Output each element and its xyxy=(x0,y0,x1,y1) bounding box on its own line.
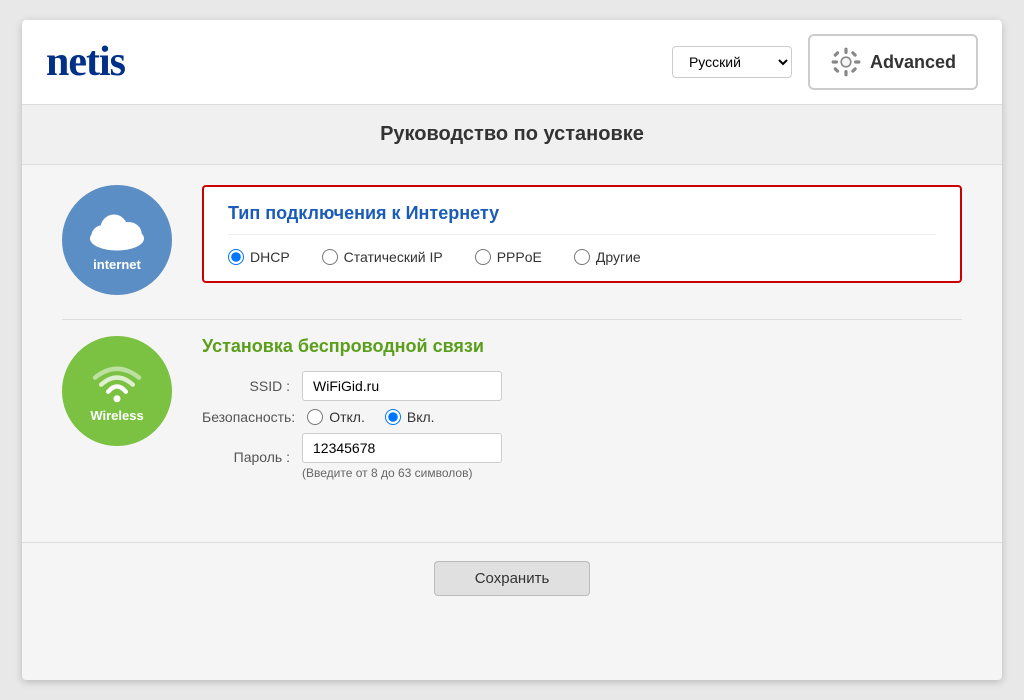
radio-dhcp-label: DHCP xyxy=(250,249,290,265)
connection-title: Тип подключения к Интернету xyxy=(228,203,936,235)
wifi-icon xyxy=(90,360,144,404)
radio-pppoe-input[interactable] xyxy=(475,249,491,265)
security-row: Безопасность: Откл. Вкл. xyxy=(202,409,962,425)
wireless-icon-circle: Wireless xyxy=(62,336,172,446)
radio-other[interactable]: Другие xyxy=(574,249,641,265)
wireless-label: Wireless xyxy=(90,408,143,423)
radio-other-label: Другие xyxy=(596,249,641,265)
page-title: Руководство по установке xyxy=(22,105,1002,165)
content-area: internet Тип подключения к Интернету DHC… xyxy=(22,165,1002,532)
radio-dhcp[interactable]: DHCP xyxy=(228,249,290,265)
ssid-control xyxy=(302,371,962,401)
password-label: Пароль : xyxy=(202,449,302,465)
save-area: Сохранить xyxy=(22,542,1002,614)
password-hint: (Введите от 8 до 63 символов) xyxy=(302,466,962,480)
gear-icon xyxy=(830,46,862,78)
security-control: Откл. Вкл. xyxy=(307,409,962,425)
header-right: Русский English 中文 xyxy=(672,34,978,90)
cloud-icon xyxy=(87,209,147,253)
radio-static-input[interactable] xyxy=(322,249,338,265)
advanced-label: Advanced xyxy=(870,52,956,73)
password-control: (Введите от 8 до 63 символов) xyxy=(302,433,962,480)
internet-section: internet Тип подключения к Интернету DHC… xyxy=(62,185,962,295)
section-divider xyxy=(62,319,962,320)
security-off-label: Откл. xyxy=(329,409,365,425)
security-on-option[interactable]: Вкл. xyxy=(385,409,435,425)
security-on-label: Вкл. xyxy=(407,409,435,425)
header: netis Русский English 中文 xyxy=(22,20,1002,105)
logo: netis xyxy=(46,38,125,86)
wireless-section: Wireless Установка беспроводной связи SS… xyxy=(62,336,962,488)
radio-static-label: Статический IP xyxy=(344,249,443,265)
radio-other-input[interactable] xyxy=(574,249,590,265)
advanced-button[interactable]: Advanced xyxy=(808,34,978,90)
internet-label: internet xyxy=(93,257,141,272)
password-row: Пароль : (Введите от 8 до 63 символов) xyxy=(202,433,962,480)
radio-pppoe[interactable]: PPPoE xyxy=(475,249,542,265)
radio-static[interactable]: Статический IP xyxy=(322,249,443,265)
password-input[interactable] xyxy=(302,433,502,463)
ssid-label: SSID : xyxy=(202,378,302,394)
security-on-radio[interactable] xyxy=(385,409,401,425)
save-button[interactable]: Сохранить xyxy=(434,561,591,596)
radio-dhcp-input[interactable] xyxy=(228,249,244,265)
security-off-option[interactable]: Откл. xyxy=(307,409,365,425)
security-off-radio[interactable] xyxy=(307,409,323,425)
connection-box: Тип подключения к Интернету DHCP Статиче… xyxy=(202,185,962,283)
internet-icon-circle: internet xyxy=(62,185,172,295)
wireless-box: Установка беспроводной связи SSID : Безо… xyxy=(202,336,962,488)
ssid-row: SSID : xyxy=(202,371,962,401)
security-label: Безопасность: xyxy=(202,409,307,425)
connection-type-group: DHCP Статический IP PPPoE Другие xyxy=(228,249,936,265)
wireless-title: Установка беспроводной связи xyxy=(202,336,962,357)
ssid-input[interactable] xyxy=(302,371,502,401)
language-select[interactable]: Русский English 中文 xyxy=(672,46,792,78)
radio-pppoe-label: PPPoE xyxy=(497,249,542,265)
